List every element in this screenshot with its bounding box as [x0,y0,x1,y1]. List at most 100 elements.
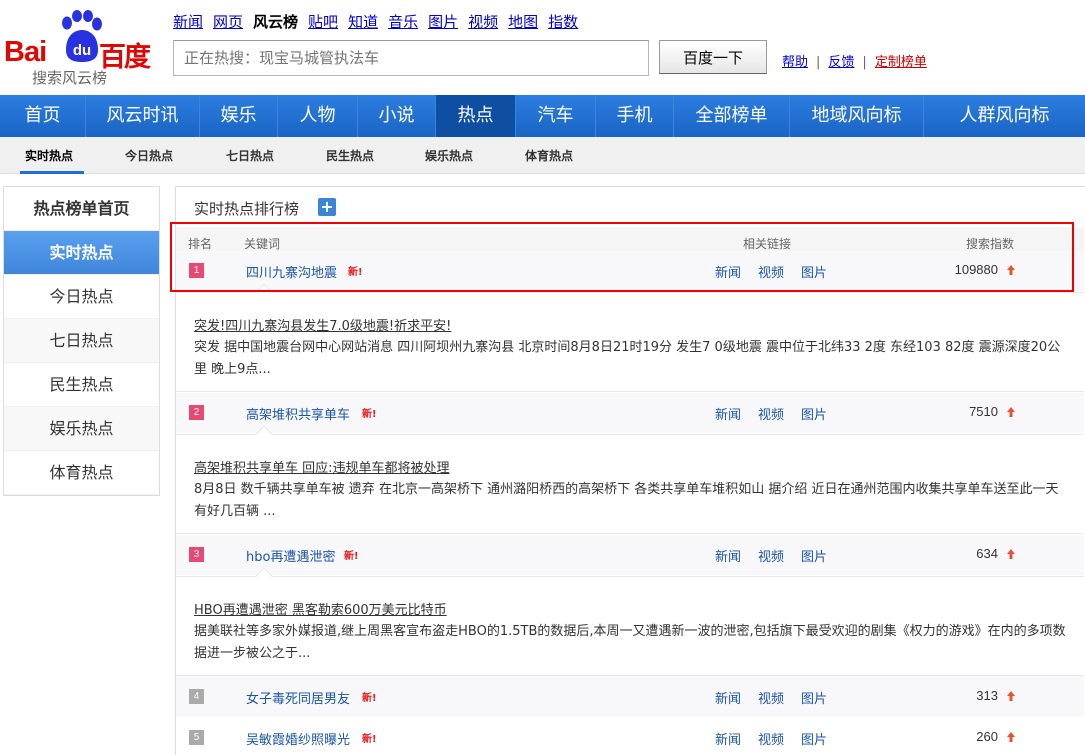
rank-badge: 1 [189,263,204,278]
paw-icon: du [62,10,102,62]
separator: | [862,55,867,70]
feedback-link[interactable]: 反馈 [828,55,854,70]
mainnav-hot[interactable]: 热点 [436,95,516,137]
keyword-link[interactable]: hbo再遭遇泄密 [246,546,335,565]
search-index: 7510 [969,404,998,419]
topnav-web[interactable]: 网页 [213,11,243,32]
keyword-link[interactable]: 女子毒死同居男友 [246,688,350,707]
keyword-link[interactable]: 高架堆积共享单车 [246,404,350,423]
sidebar-item-week[interactable]: 七日热点 [4,319,159,363]
news-link[interactable]: 新闻 [715,688,741,707]
add-icon[interactable]: + [318,198,336,216]
rank-badge: 5 [189,730,204,745]
news-link[interactable]: 新闻 [715,262,741,281]
trend-up-icon [1007,691,1015,701]
header-keyword: 关键词 [244,237,281,251]
image-link[interactable]: 图片 [801,729,827,748]
sidebar-item-sports[interactable]: 体育热点 [4,451,159,495]
search-index: 260 [976,729,998,744]
mainnav-entertainment[interactable]: 娱乐 [200,95,278,137]
sidebar-item-livelihood[interactable]: 民生热点 [4,363,159,407]
mainnav-people[interactable]: 人物 [278,95,358,137]
video-link[interactable]: 视频 [758,262,784,281]
video-link[interactable]: 视频 [758,729,784,748]
video-link[interactable]: 视频 [758,546,784,565]
mainnav-news[interactable]: 风云时讯 [86,95,200,137]
mainnav-crowd[interactable]: 人群风向标 [924,95,1085,137]
subnav-today[interactable]: 今日热点 [125,147,173,164]
sub-nav: 实时热点 今日热点 七日热点 民生热点 娱乐热点 体育热点 [0,137,1085,174]
subnav-week[interactable]: 七日热点 [226,147,274,164]
mainnav-region[interactable]: 地域风向标 [790,95,924,137]
subnav-realtime[interactable]: 实时热点 [25,147,73,164]
detail-summary: 突发 据中国地震台网中心网站消息 四川阿坝州九寨沟县 北京时间8月8日21时19… [194,340,1061,377]
search-index: 313 [976,688,998,703]
table-row: 2 高架堆积共享单车 新! 新闻 视频 图片 7510 [176,393,1084,433]
mainnav-novel[interactable]: 小说 [358,95,436,137]
topnav-map[interactable]: 地图 [508,11,538,32]
news-link[interactable]: 新闻 [715,546,741,565]
table-row: 1 四川九寨沟地震 新! 新闻 视频 图片 109880 [176,251,1084,291]
detail-title-link[interactable]: HBO再遭遇泄密 黑客勒索600万美元比特币 [194,599,447,618]
header-index: 搜索指数 [966,237,1015,251]
topnav-images[interactable]: 图片 [428,11,458,32]
search-input[interactable] [174,41,648,75]
top-nav: 新闻 网页 风云榜 贴吧 知道 音乐 图片 视频 地图 指数 [173,11,588,32]
topnav-news[interactable]: 新闻 [173,11,203,32]
image-link[interactable]: 图片 [801,546,827,565]
trend-up-icon [1007,732,1015,742]
search-box [173,40,649,76]
search-index: 109880 [954,262,998,277]
image-link[interactable]: 图片 [801,404,827,423]
new-tag: 新! [362,409,377,420]
rank-badge: 2 [189,405,204,420]
mainnav-car[interactable]: 汽车 [516,95,596,137]
sidebar-item-home[interactable]: 热点榜单首页 [4,187,159,231]
news-link[interactable]: 新闻 [715,404,741,423]
new-tag: 新! [362,734,377,745]
topnav-index[interactable]: 指数 [548,11,578,32]
search-button[interactable]: 百度一下 [659,40,767,74]
rank-badge: 4 [189,689,204,704]
video-link[interactable]: 视频 [758,404,784,423]
baidu-logo[interactable]: Bai du 百度 搜索风云榜 [4,10,156,88]
image-link[interactable]: 图片 [801,688,827,707]
rank-badge: 3 [189,547,204,562]
detail-title-link[interactable]: 突发!四川九寨沟县发生7.0级地震!祈求平安! [194,315,451,334]
mainnav-home[interactable]: 首页 [0,95,86,137]
detail-title-link[interactable]: 高架堆积共享单车 回应:违规单车都将被处理 [194,457,450,476]
logo-du: du [73,42,91,59]
trend-up-icon [1007,265,1015,275]
header-links: 相关链接 [743,237,792,251]
new-tag: 新! [348,267,363,278]
keyword-link[interactable]: 吴敏霞婚纱照曝光 [246,729,350,748]
table-row: 5 吴敏霞婚纱照曝光 新! 新闻 视频 图片 260 [176,718,1084,755]
topnav-tieba[interactable]: 贴吧 [308,11,338,32]
topnav-music[interactable]: 音乐 [388,11,418,32]
topnav-video[interactable]: 视频 [468,11,498,32]
keyword-link[interactable]: 四川九寨沟地震 [246,262,337,281]
news-detail: HBO再遭遇泄密 黑客勒索600万美元比特币 据美联社等多家外媒报道,继上周黑客… [176,567,1084,676]
top-links: 帮助 | 反馈 | 定制榜单 [782,51,927,70]
sidebar-item-realtime[interactable]: 实时热点 [4,231,159,275]
table-row: 3 hbo再遭遇泄密 新! 新闻 视频 图片 634 [176,535,1084,575]
subnav-active-indicator [20,171,84,174]
news-link[interactable]: 新闻 [715,729,741,748]
custom-list-link[interactable]: 定制榜单 [875,55,927,70]
detail-summary: 8月8日 数千辆共享单车被 遗弃 在北京一高架桥下 通州潞阳桥西的高架桥下 各类… [194,482,1059,519]
sidebar: 热点榜单首页 实时热点 今日热点 七日热点 民生热点 娱乐热点 体育热点 [3,186,160,496]
image-link[interactable]: 图片 [801,262,827,281]
sidebar-item-entertainment[interactable]: 娱乐热点 [4,407,159,451]
header: Bai du 百度 搜索风云榜 新闻 网页 风云榜 贴吧 知道 音乐 图片 视频… [0,0,1085,95]
video-link[interactable]: 视频 [758,688,784,707]
subnav-entertainment[interactable]: 娱乐热点 [425,147,473,164]
main-nav: 首页 风云时讯 娱乐 人物 小说 热点 汽车 手机 全部榜单 地域风向标 人群风… [0,95,1085,137]
subnav-sports[interactable]: 体育热点 [525,147,573,164]
mainnav-all-lists[interactable]: 全部榜单 [674,95,790,137]
topnav-zhidao[interactable]: 知道 [348,11,378,32]
mainnav-phone[interactable]: 手机 [596,95,674,137]
subnav-livelihood[interactable]: 民生热点 [326,147,374,164]
topnav-fengyunbang[interactable]: 风云榜 [253,11,298,32]
help-link[interactable]: 帮助 [782,55,808,70]
sidebar-item-today[interactable]: 今日热点 [4,275,159,319]
